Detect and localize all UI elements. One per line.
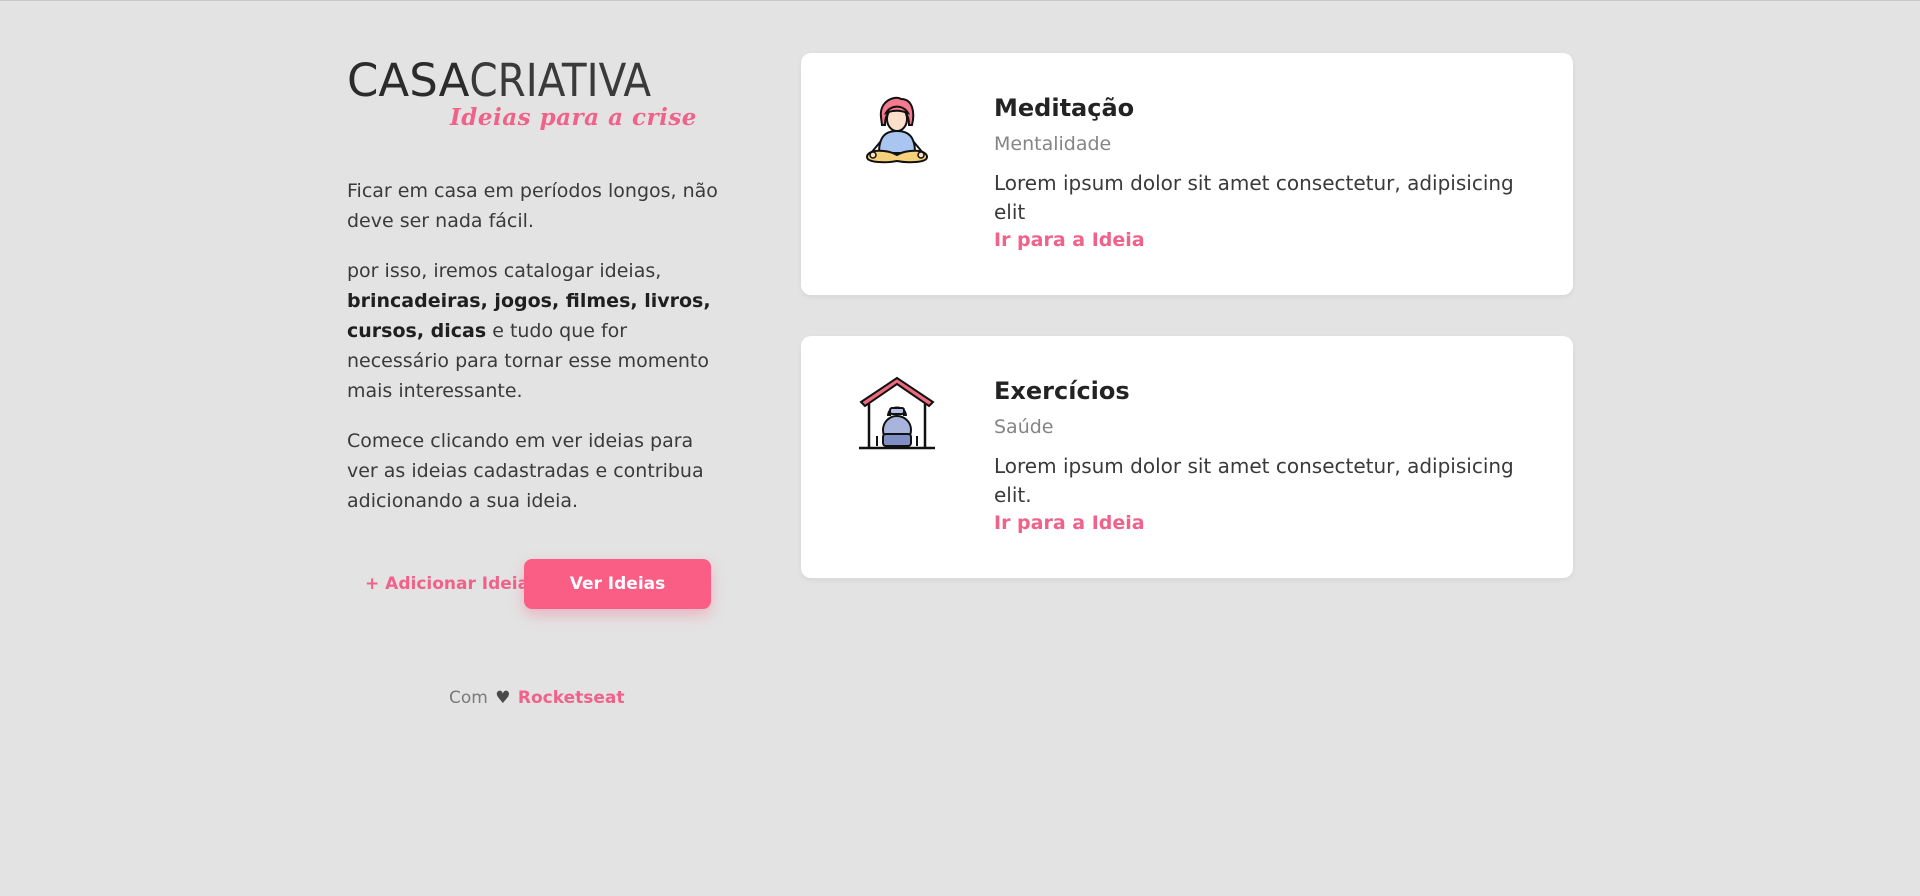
intro-paragraph-1: Ficar em casa em períodos longos, não de…	[347, 180, 718, 232]
heart-icon: ♥	[495, 688, 511, 708]
intro-p2-start: por isso, iremos catalogar ideias,	[347, 260, 662, 282]
see-ideas-button[interactable]: Ver Ideias	[524, 559, 711, 609]
logo: CASACRIATIVA Ideias para a crise	[347, 56, 712, 136]
go-to-idea-link[interactable]: Ir para a Ideia	[994, 227, 1145, 253]
logo-tagline: Ideias para a crise	[450, 104, 697, 131]
logo-wordmark: CASACRIATIVA	[347, 56, 651, 106]
intro-paragraph-3: Comece clicando em ver ideias para ver a…	[347, 430, 704, 512]
intro-paragraph-2: por isso, iremos catalogar ideias, brinc…	[347, 256, 727, 406]
intro-text: Ficar em casa em períodos longos, não de…	[347, 176, 727, 516]
idea-category: Saúde	[994, 416, 1054, 438]
intro-section: CASACRIATIVA Ideias para a crise Ficar e…	[347, 56, 727, 709]
meditation-icon	[857, 91, 937, 171]
idea-title: Exercícios	[994, 377, 1130, 405]
idea-card: Meditação Mentalidade Lorem ipsum dolor …	[801, 53, 1573, 295]
home-workout-icon	[857, 374, 937, 454]
ideas-list: Meditação Mentalidade Lorem ipsum dolor …	[801, 53, 1573, 619]
go-to-idea-link[interactable]: Ir para a Ideia	[994, 510, 1145, 536]
idea-title: Meditação	[994, 94, 1135, 122]
logo-brand-light: CRIATIVA	[469, 54, 652, 107]
idea-card-body: Exercícios Saúde Lorem ipsum dolor sit a…	[994, 374, 1534, 536]
footer-prefix: Com	[449, 688, 488, 708]
actions: + Adicionar Ideia Ver Ideias	[347, 559, 727, 611]
logo-brand-bold: CASA	[347, 54, 470, 107]
idea-card-body: Meditação Mentalidade Lorem ipsum dolor …	[994, 91, 1534, 253]
add-idea-link[interactable]: + Adicionar Ideia	[365, 574, 529, 594]
footer-author-link[interactable]: Rocketseat	[518, 688, 625, 708]
page: CASACRIATIVA Ideias para a crise Ficar e…	[0, 1, 1920, 896]
idea-category: Mentalidade	[994, 133, 1112, 155]
footer: Com ♥ Rocketseat	[449, 688, 625, 708]
idea-description: Lorem ipsum dolor sit amet consectetur, …	[994, 171, 1514, 224]
idea-description: Lorem ipsum dolor sit amet consectetur, …	[994, 454, 1514, 507]
idea-card: Exercícios Saúde Lorem ipsum dolor sit a…	[801, 336, 1573, 578]
